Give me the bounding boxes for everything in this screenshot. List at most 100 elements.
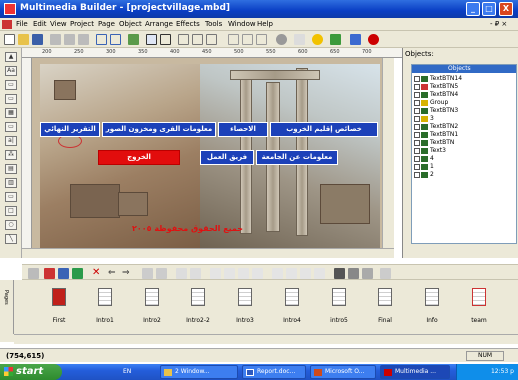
close-button[interactable]: X <box>499 2 513 16</box>
canvas-horizontal-scrollbar[interactable] <box>22 248 394 258</box>
copy-icon[interactable] <box>64 34 75 45</box>
menu-tools[interactable]: Tools <box>205 20 222 28</box>
new-icon[interactable] <box>4 34 15 45</box>
size-icon[interactable] <box>380 268 391 279</box>
page-red-icon[interactable] <box>44 268 55 279</box>
save-icon[interactable] <box>32 34 43 45</box>
page-intro2[interactable]: Intro2 <box>131 288 173 324</box>
object-item[interactable]: 4 <box>414 155 434 163</box>
redo-icon[interactable] <box>110 34 121 45</box>
mdi-controls[interactable]: - ₽ × <box>490 20 507 28</box>
object-item[interactable]: 2 <box>414 171 434 179</box>
text-tool-icon[interactable]: Aa <box>5 66 17 76</box>
object-item[interactable]: TextBTN14 <box>414 75 462 83</box>
check-icon[interactable] <box>142 268 153 279</box>
ellipse-tool-icon[interactable]: ○ <box>5 220 17 230</box>
image-tool-icon[interactable]: ▭ <box>5 80 17 90</box>
document-icon[interactable] <box>2 20 12 29</box>
grid-icon[interactable] <box>160 34 171 45</box>
effects-icon[interactable] <box>312 34 323 45</box>
line-tool-icon[interactable]: ╲ <box>5 234 17 244</box>
page-view-icon[interactable] <box>146 34 157 45</box>
menu-file[interactable]: File <box>16 20 28 28</box>
align3-icon[interactable] <box>300 268 311 279</box>
align-icon[interactable] <box>228 34 239 45</box>
arrow-right-icon[interactable]: ⇒ <box>122 268 133 279</box>
object-item[interactable]: TextBTN <box>414 139 454 147</box>
zoom2-icon[interactable] <box>224 268 235 279</box>
zoom4-icon[interactable] <box>252 268 263 279</box>
objects-tree[interactable]: Objects TextBTN14 TextBTN5 TextBTN4 Grou… <box>411 64 517 244</box>
university-info-button[interactable]: معلومات عن الجامعة <box>256 150 338 165</box>
list-tool-icon[interactable]: ▥ <box>5 178 17 188</box>
menu-arrange[interactable]: Arrange <box>145 20 173 28</box>
resize-icon[interactable] <box>242 34 253 45</box>
menu-page[interactable]: Page <box>98 20 115 28</box>
page-final[interactable]: Final <box>364 288 406 324</box>
paste-icon[interactable] <box>78 34 89 45</box>
object-item[interactable]: Group <box>414 99 448 107</box>
final-report-button[interactable]: التقرير النهائي <box>40 122 100 137</box>
kharoub-region-button[interactable]: خصائص إقليم الخروب <box>270 122 378 137</box>
pages-scrollbar[interactable] <box>14 334 518 344</box>
object-item[interactable]: TextBTN5 <box>414 83 458 91</box>
paragraph-tool-icon[interactable]: a| <box>5 136 17 146</box>
start-button[interactable]: start <box>0 364 62 380</box>
task-microsoft[interactable]: Microsoft O... <box>310 365 376 379</box>
page-intro2-2[interactable]: Intro2-2 <box>177 288 219 324</box>
script-icon[interactable] <box>350 34 361 45</box>
menu-project[interactable]: Project <box>70 20 94 28</box>
distribute-icon[interactable] <box>256 34 267 45</box>
object-item[interactable]: TextBTN1 <box>414 131 458 139</box>
task-windows[interactable]: 2 Window... <box>160 365 238 379</box>
object-item[interactable]: TextBTN2 <box>414 123 458 131</box>
order-icon[interactable] <box>362 268 373 279</box>
layout-icon[interactable] <box>206 34 217 45</box>
undo-icon[interactable] <box>96 34 107 45</box>
arrow-left-icon[interactable]: ⇐ <box>108 268 119 279</box>
group-icon[interactable] <box>334 268 345 279</box>
bitmap-button-icon[interactable]: ▦ <box>5 108 17 118</box>
object-item[interactable]: TextBTN3 <box>414 107 458 115</box>
text-button-icon[interactable]: ▭ <box>5 122 17 132</box>
objects-root-item[interactable]: Objects <box>412 65 516 73</box>
team-button[interactable]: فريق العمل <box>200 150 254 165</box>
plus-icon[interactable] <box>330 34 341 45</box>
menu-edit[interactable]: Edit <box>33 20 47 28</box>
villages-photos-button[interactable]: معلومات القرى ومخزون الصور <box>102 122 216 137</box>
zoom1-icon[interactable] <box>210 268 221 279</box>
animation-tool-icon[interactable]: ⁂ <box>5 150 17 160</box>
stage-page[interactable]: التقرير النهائي معلومات القرى ومخزون الص… <box>40 64 380 248</box>
rectangle-tool-icon[interactable]: □ <box>5 206 17 216</box>
canvas-vertical-scrollbar[interactable] <box>382 58 394 248</box>
minimize-button[interactable]: _ <box>466 2 480 16</box>
page-intro5[interactable]: intro5 <box>318 288 360 324</box>
object-item[interactable]: 3 <box>414 115 434 123</box>
zoom3-icon[interactable] <box>238 268 249 279</box>
object-item[interactable]: Text3 <box>414 147 446 155</box>
task-multimedia[interactable]: Multimedia ... <box>380 365 450 379</box>
open-icon[interactable] <box>18 34 29 45</box>
align4-icon[interactable] <box>314 268 325 279</box>
select-tool-icon[interactable]: ▲ <box>5 52 17 62</box>
button-tool-icon[interactable]: ▭ <box>5 94 17 104</box>
pointer-tool-icon[interactable] <box>294 34 305 45</box>
pages-side-tab[interactable]: Pages <box>0 280 14 334</box>
stop-icon[interactable] <box>368 34 379 45</box>
frame-icon[interactable] <box>178 34 189 45</box>
page-green-icon[interactable] <box>72 268 83 279</box>
input-tool-icon[interactable]: ▭ <box>5 192 17 202</box>
clock[interactable]: 12:53 p <box>491 368 514 375</box>
menu-object[interactable]: Object <box>119 20 142 28</box>
page-intro3[interactable]: Intro3 <box>224 288 266 324</box>
layout2-icon[interactable] <box>190 268 201 279</box>
object-item[interactable]: TextBTN4 <box>414 91 458 99</box>
page-intro4[interactable]: Intro4 <box>271 288 313 324</box>
page-first[interactable]: First <box>38 288 80 324</box>
page-team[interactable]: team <box>458 288 500 324</box>
language-indicator[interactable]: EN <box>123 368 131 375</box>
page-intro1[interactable]: Intro1 <box>84 288 126 324</box>
delete-icon[interactable]: ✕ <box>92 268 103 279</box>
maximize-button[interactable]: □ <box>482 2 496 16</box>
page-blue-icon[interactable] <box>58 268 69 279</box>
